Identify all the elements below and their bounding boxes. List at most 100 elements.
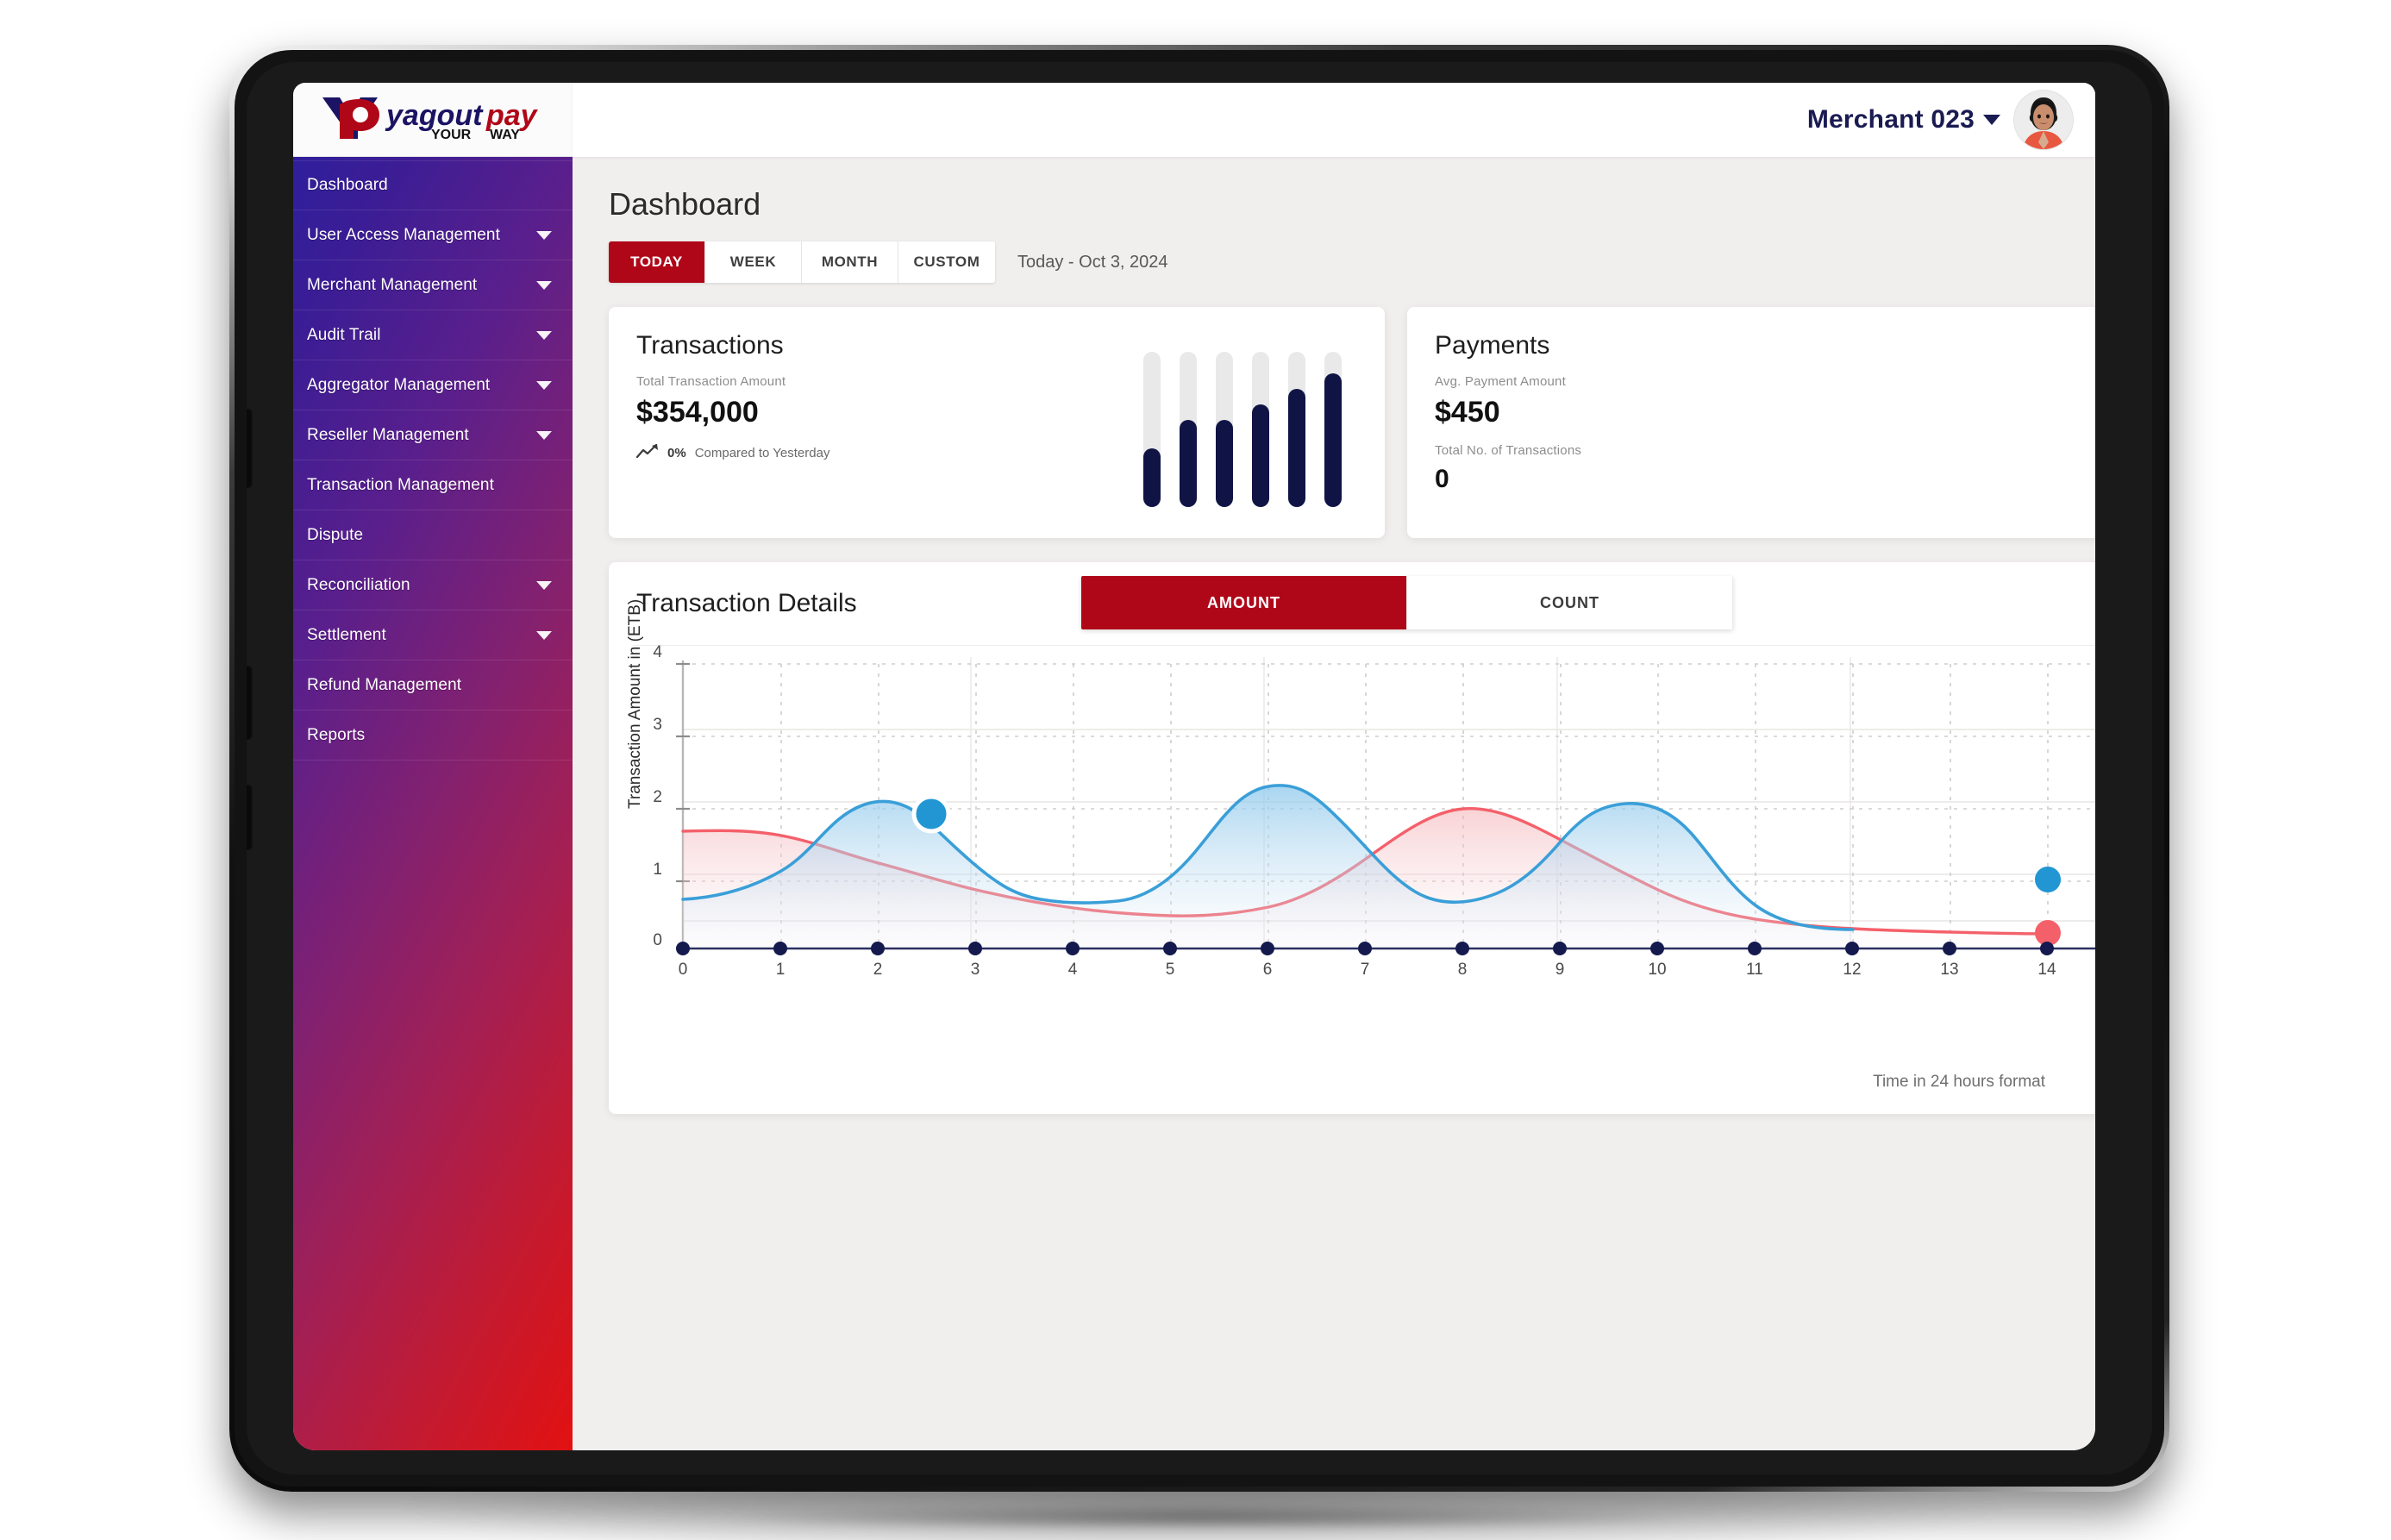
main-area: Merchant 023 Dashboard TODAY WEEK MONTH …: [573, 83, 2095, 1450]
chevron-down-icon: [536, 430, 552, 440]
minibar-track: [1324, 352, 1342, 507]
minibar-track: [1288, 352, 1305, 507]
transactions-card: Transactions Total Transaction Amount $3…: [609, 307, 1385, 538]
payments-metric-value: $450: [1435, 396, 1500, 429]
sidebar-item-label: Merchant Management: [307, 275, 478, 294]
filter-today-button[interactable]: TODAY: [609, 241, 705, 283]
svg-text:6: 6: [1263, 961, 1273, 979]
sidebar-item-label: Reconciliation: [307, 575, 410, 594]
minibar-track: [1252, 352, 1269, 507]
kpi-card-row: Transactions Total Transaction Amount $3…: [609, 307, 2095, 538]
page-content: Dashboard TODAY WEEK MONTH CUSTOM Today …: [573, 157, 2095, 1114]
sidebar-item-label: Reseller Management: [307, 425, 469, 444]
chart-marker-blue-end: [2035, 867, 2061, 892]
sidebar-item-reseller-management[interactable]: Reseller Management: [293, 410, 573, 460]
sidebar-item-refund-management[interactable]: Refund Management: [293, 660, 573, 711]
sidebar-item-label: Audit Trail: [307, 325, 381, 344]
sidebar-item-dashboard[interactable]: Dashboard: [293, 160, 573, 210]
svg-text:4: 4: [653, 645, 662, 661]
chart-series-blue-area: [683, 785, 1853, 947]
svg-text:4: 4: [1068, 961, 1078, 979]
minibar-track: [1143, 352, 1161, 507]
yagoutpay-logo-icon: yagout pay YOUR WAY: [317, 97, 548, 142]
svg-text:1: 1: [653, 861, 662, 879]
svg-text:0: 0: [653, 931, 662, 949]
sidebar-item-settlement[interactable]: Settlement: [293, 610, 573, 660]
app-root: yagout pay YOUR WAY Dashboard User Acces…: [293, 83, 2095, 1450]
date-range-segmented-control: TODAY WEEK MONTH CUSTOM: [609, 241, 995, 283]
svg-text:14: 14: [2037, 961, 2056, 979]
chart-svg: 4 3 2 1 0 0 1 2 3 4 5 6 7 8 9 10 11 12 1…: [653, 645, 2095, 979]
volume-up-button[interactable]: [247, 409, 253, 488]
svg-text:11: 11: [1746, 961, 1763, 979]
sidebar-item-reports[interactable]: Reports: [293, 711, 573, 761]
sidebar-item-reconciliation[interactable]: Reconciliation: [293, 560, 573, 610]
date-filter-bar: TODAY WEEK MONTH CUSTOM Today - Oct 3, 2…: [609, 241, 2095, 283]
chart-marker-blue-hover: [911, 794, 951, 834]
sidebar-item-merchant-management[interactable]: Merchant Management: [293, 260, 573, 310]
sidebar-item-label: Dispute: [307, 525, 364, 544]
transactions-delta-value: 0%: [667, 445, 686, 460]
filter-custom-button[interactable]: CUSTOM: [898, 241, 995, 283]
transactions-minibar-chart: [1143, 352, 1342, 507]
power-button[interactable]: [247, 785, 253, 850]
filter-month-button[interactable]: MONTH: [802, 241, 898, 283]
sidebar-item-dispute[interactable]: Dispute: [293, 510, 573, 560]
sidebar-item-transaction-management[interactable]: Transaction Management: [293, 460, 573, 510]
sidebar-item-label: Settlement: [307, 625, 386, 644]
payments-metric-label: Avg. Payment Amount: [1435, 374, 1566, 389]
chevron-down-icon: [536, 630, 552, 640]
sidebar-item-label: Dashboard: [307, 176, 388, 194]
merchant-name-label: Merchant 023: [1806, 105, 1975, 134]
trend-up-icon: [635, 443, 659, 462]
svg-text:0: 0: [679, 961, 688, 979]
transactions-delta-text: Compared to Yesterday: [694, 445, 830, 460]
payments-secondary-value: 0: [1435, 465, 1449, 493]
minibar-track: [1216, 352, 1233, 507]
chevron-down-icon: [536, 330, 552, 340]
svg-text:13: 13: [1940, 961, 1958, 979]
payments-secondary-label: Total No. of Transactions: [1435, 443, 1582, 458]
volume-down-button[interactable]: [247, 666, 253, 740]
transaction-details-header: Transaction Details AMOUNT COUNT: [609, 562, 2095, 645]
payments-card: Payments Avg. Payment Amount $450 Total …: [1407, 307, 2095, 538]
sidebar-item-label: User Access Management: [307, 225, 500, 244]
transaction-details-panel: Transaction Details AMOUNT COUNT Transac…: [609, 562, 2095, 1114]
chevron-down-icon: [536, 380, 552, 390]
brand-logo[interactable]: yagout pay YOUR WAY: [293, 83, 573, 157]
toggle-amount-button[interactable]: AMOUNT: [1081, 576, 1407, 629]
svg-text:10: 10: [1648, 961, 1666, 979]
svg-text:YOUR: YOUR: [431, 128, 472, 142]
sidebar-item-audit-trail[interactable]: Audit Trail: [293, 310, 573, 360]
svg-text:5: 5: [1166, 961, 1175, 979]
top-bar: Merchant 023: [573, 83, 2095, 157]
transaction-chart: Transaction Amount in (ETB) Time in 24 h…: [609, 599, 2095, 1114]
svg-text:7: 7: [1361, 961, 1370, 979]
svg-text:1: 1: [776, 961, 786, 979]
svg-text:2: 2: [653, 788, 662, 806]
sidebar-item-user-access-management[interactable]: User Access Management: [293, 210, 573, 260]
chevron-down-icon: [536, 230, 552, 240]
svg-text:3: 3: [653, 716, 662, 734]
sidebar-item-label: Refund Management: [307, 675, 462, 694]
avatar[interactable]: [2014, 91, 2073, 149]
transaction-details-title: Transaction Details: [636, 589, 857, 617]
chevron-down-icon: [536, 580, 552, 590]
selected-date-range-label: Today - Oct 3, 2024: [1017, 252, 1168, 272]
sidebar-item-label: Reports: [307, 725, 366, 744]
payments-card-body: Payments Avg. Payment Amount $450 Total …: [1407, 307, 2095, 518]
svg-text:8: 8: [1458, 961, 1468, 979]
sidebar-item-label: Transaction Management: [307, 475, 494, 494]
chevron-down-icon: [536, 280, 552, 290]
merchant-menu[interactable]: Merchant 023: [1807, 91, 2073, 149]
svg-text:2: 2: [873, 961, 883, 979]
payments-card-title: Payments: [1435, 331, 1550, 360]
filter-week-button[interactable]: WEEK: [705, 241, 802, 283]
sidebar: yagout pay YOUR WAY Dashboard User Acces…: [293, 83, 573, 1450]
sidebar-item-aggregator-management[interactable]: Aggregator Management: [293, 360, 573, 410]
svg-text:3: 3: [971, 961, 980, 979]
screenshot-stage: yagout pay YOUR WAY Dashboard User Acces…: [0, 0, 2391, 1540]
sidebar-nav: Dashboard User Access Management Merchan…: [293, 157, 573, 761]
toggle-count-button[interactable]: COUNT: [1407, 576, 1733, 629]
tablet-screen: yagout pay YOUR WAY Dashboard User Acces…: [293, 83, 2095, 1450]
